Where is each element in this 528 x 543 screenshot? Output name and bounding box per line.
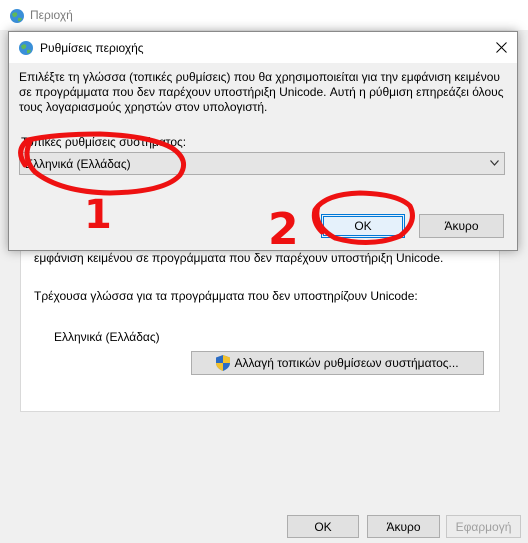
globe-icon: [10, 9, 24, 23]
dialog-ok-button[interactable]: OK: [321, 214, 405, 238]
change-system-locale-label: Αλλαγή τοπικών ρυθμίσεων συστήματος...: [234, 356, 459, 370]
change-system-locale-button[interactable]: Αλλαγή τοπικών ρυθμίσεων συστήματος...: [191, 351, 484, 375]
ok-button[interactable]: OK: [287, 515, 359, 538]
close-icon: [495, 42, 507, 53]
system-locale-dropdown[interactable]: Ελληνικά (Ελλάδας): [19, 152, 505, 175]
selected-locale: Ελληνικά (Ελλάδας): [25, 157, 131, 171]
globe-icon: [19, 41, 33, 55]
current-language-label: Τρέχουσα γλώσσα για τα προγράμματα που δ…: [34, 289, 418, 303]
region-settings-dialog: Ρυθμίσεις περιοχής Επιλέξτε τη γλώσσα (τ…: [8, 31, 518, 251]
dialog-title: Ρυθμίσεις περιοχής: [40, 41, 144, 55]
apply-button[interactable]: Εφαρμογή: [446, 515, 521, 538]
close-button[interactable]: [485, 32, 517, 63]
dialog-description: Επιλέξτε τη γλώσσα (τοπικές ρυθμίσεις) π…: [19, 70, 504, 114]
cancel-button[interactable]: Άκυρο: [367, 515, 440, 538]
chevron-down-icon: [490, 160, 499, 166]
region-titlebar[interactable]: Περιοχή: [0, 0, 528, 30]
region-title: Περιοχή: [30, 8, 73, 22]
system-locale-label: Τοπικές ρυθμίσεις συστήματος:: [21, 135, 187, 149]
unicode-description: εμφάνιση κειμένου σε προγράμματα που δεν…: [34, 251, 444, 265]
uac-shield-icon: [216, 355, 231, 371]
dialog-titlebar[interactable]: Ρυθμίσεις περιοχής: [9, 32, 517, 63]
current-language-value: Ελληνικά (Ελλάδας): [54, 330, 160, 344]
dialog-cancel-button[interactable]: Άκυρο: [419, 214, 504, 238]
